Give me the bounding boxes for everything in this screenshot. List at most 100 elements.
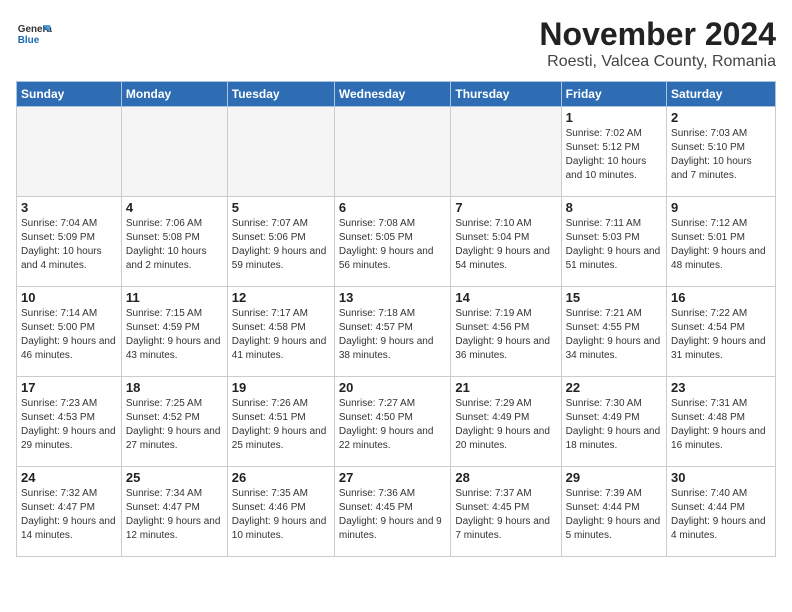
day-number: 10 [21, 290, 117, 305]
day-info: Sunrise: 7:14 AMSunset: 5:00 PMDaylight:… [21, 307, 117, 363]
calendar-cell: 30Sunrise: 7:40 AMSunset: 4:44 PMDayligh… [667, 467, 776, 557]
day-info: Sunrise: 7:22 AMSunset: 4:54 PMDaylight:… [671, 307, 771, 363]
day-info: Sunrise: 7:17 AMSunset: 4:58 PMDaylight:… [232, 307, 330, 363]
logo: General Blue [16, 16, 52, 52]
title-area: November 2024 Roesti, Valcea County, Rom… [539, 16, 776, 71]
calendar-cell: 2Sunrise: 7:03 AMSunset: 5:10 PMDaylight… [667, 107, 776, 197]
day-number: 11 [126, 290, 223, 305]
day-info: Sunrise: 7:32 AMSunset: 4:47 PMDaylight:… [21, 487, 117, 543]
day-info: Sunrise: 7:40 AMSunset: 4:44 PMDaylight:… [671, 487, 771, 543]
day-info: Sunrise: 7:37 AMSunset: 4:45 PMDaylight:… [455, 487, 556, 543]
calendar-cell: 13 Sunrise: 7:18 AMSunset: 4:57 PMDayligh… [334, 287, 451, 377]
calendar-cell: 16 Sunrise: 7:22 AMSunset: 4:54 PMDayligh… [667, 287, 776, 377]
calendar-cell: 6 Sunrise: 7:08 AMSunset: 5:05 PMDaylight… [334, 197, 451, 287]
calendar-cell [17, 107, 122, 197]
day-number: 6 [339, 200, 447, 215]
day-number: 17 [21, 380, 117, 395]
day-number: 19 [232, 380, 330, 395]
weekday-header-monday: Monday [121, 82, 227, 107]
calendar-week-row: 24Sunrise: 7:32 AMSunset: 4:47 PMDayligh… [17, 467, 776, 557]
day-info: Sunrise: 7:26 AMSunset: 4:51 PMDaylight:… [232, 397, 330, 453]
day-number: 15 [566, 290, 662, 305]
day-number: 12 [232, 290, 330, 305]
calendar-cell: 15 Sunrise: 7:21 AMSunset: 4:55 PMDayligh… [561, 287, 666, 377]
day-number: 9 [671, 200, 771, 215]
calendar-week-row: 10 Sunrise: 7:14 AMSunset: 5:00 PMDayligh… [17, 287, 776, 377]
calendar-cell: 26 Sunrise: 7:35 AMSunset: 4:46 PMDayligh… [227, 467, 334, 557]
day-number: 1 [566, 110, 662, 125]
day-info: Sunrise: 7:11 AMSunset: 5:03 PMDaylight:… [566, 217, 662, 273]
calendar-cell: 12 Sunrise: 7:17 AMSunset: 4:58 PMDayligh… [227, 287, 334, 377]
weekday-header-tuesday: Tuesday [227, 82, 334, 107]
day-number: 23 [671, 380, 771, 395]
calendar-header-row: SundayMondayTuesdayWednesdayThursdayFrid… [17, 82, 776, 107]
day-number: 8 [566, 200, 662, 215]
day-info: Sunrise: 7:12 AMSunset: 5:01 PMDaylight:… [671, 217, 771, 273]
calendar-week-row: 1 Sunrise: 7:02 AMSunset: 5:12 PMDaylight… [17, 107, 776, 197]
day-number: 18 [126, 380, 223, 395]
weekday-header-sunday: Sunday [17, 82, 122, 107]
calendar-cell: 7 Sunrise: 7:10 AMSunset: 5:04 PMDaylight… [451, 197, 561, 287]
calendar-cell: 28 Sunrise: 7:37 AMSunset: 4:45 PMDayligh… [451, 467, 561, 557]
logo-icon: General Blue [16, 16, 52, 52]
day-info: Sunrise: 7:18 AMSunset: 4:57 PMDaylight:… [339, 307, 447, 363]
day-info: Sunrise: 7:07 AMSunset: 5:06 PMDaylight:… [232, 217, 330, 273]
day-info: Sunrise: 7:25 AMSunset: 4:52 PMDaylight:… [126, 397, 223, 453]
day-info: Sunrise: 7:10 AMSunset: 5:04 PMDaylight:… [455, 217, 556, 273]
calendar-cell [451, 107, 561, 197]
day-info: Sunrise: 7:08 AMSunset: 5:05 PMDaylight:… [339, 217, 447, 273]
weekday-header-wednesday: Wednesday [334, 82, 451, 107]
calendar-cell: 8 Sunrise: 7:11 AMSunset: 5:03 PMDaylight… [561, 197, 666, 287]
calendar-cell: 24Sunrise: 7:32 AMSunset: 4:47 PMDayligh… [17, 467, 122, 557]
weekday-header-saturday: Saturday [667, 82, 776, 107]
calendar-cell: 19 Sunrise: 7:26 AMSunset: 4:51 PMDayligh… [227, 377, 334, 467]
month-title: November 2024 [539, 16, 776, 53]
day-info: Sunrise: 7:19 AMSunset: 4:56 PMDaylight:… [455, 307, 556, 363]
day-number: 28 [455, 470, 556, 485]
day-number: 25 [126, 470, 223, 485]
day-info: Sunrise: 7:36 AMSunset: 4:45 PMDaylight:… [339, 487, 447, 543]
day-number: 7 [455, 200, 556, 215]
calendar-cell: 25 Sunrise: 7:34 AMSunset: 4:47 PMDayligh… [121, 467, 227, 557]
day-number: 5 [232, 200, 330, 215]
calendar-cell: 9 Sunrise: 7:12 AMSunset: 5:01 PMDaylight… [667, 197, 776, 287]
calendar-cell: 11Sunrise: 7:15 AMSunset: 4:59 PMDayligh… [121, 287, 227, 377]
day-info: Sunrise: 7:30 AMSunset: 4:49 PMDaylight:… [566, 397, 662, 453]
header: General Blue November 2024 Roesti, Valce… [16, 16, 776, 71]
calendar-cell: 22 Sunrise: 7:30 AMSunset: 4:49 PMDayligh… [561, 377, 666, 467]
svg-text:Blue: Blue [18, 35, 40, 46]
calendar-cell: 4 Sunrise: 7:06 AMSunset: 5:08 PMDaylight… [121, 197, 227, 287]
day-info: Sunrise: 7:39 AMSunset: 4:44 PMDaylight:… [566, 487, 662, 543]
day-info: Sunrise: 7:21 AMSunset: 4:55 PMDaylight:… [566, 307, 662, 363]
calendar-table: SundayMondayTuesdayWednesdayThursdayFrid… [16, 81, 776, 557]
day-info: Sunrise: 7:23 AMSunset: 4:53 PMDaylight:… [21, 397, 117, 453]
weekday-header-friday: Friday [561, 82, 666, 107]
day-number: 2 [671, 110, 771, 125]
day-number: 14 [455, 290, 556, 305]
day-info: Sunrise: 7:27 AMSunset: 4:50 PMDaylight:… [339, 397, 447, 453]
calendar-cell: 5 Sunrise: 7:07 AMSunset: 5:06 PMDaylight… [227, 197, 334, 287]
calendar-cell: 10 Sunrise: 7:14 AMSunset: 5:00 PMDayligh… [17, 287, 122, 377]
day-number: 16 [671, 290, 771, 305]
day-info: Sunrise: 7:35 AMSunset: 4:46 PMDaylight:… [232, 487, 330, 543]
calendar-week-row: 3Sunrise: 7:04 AMSunset: 5:09 PMDaylight… [17, 197, 776, 287]
day-info: Sunrise: 7:06 AMSunset: 5:08 PMDaylight:… [126, 217, 223, 273]
calendar-cell: 1 Sunrise: 7:02 AMSunset: 5:12 PMDaylight… [561, 107, 666, 197]
day-info: Sunrise: 7:02 AMSunset: 5:12 PMDaylight:… [566, 127, 662, 183]
day-number: 20 [339, 380, 447, 395]
day-number: 29 [566, 470, 662, 485]
day-info: Sunrise: 7:04 AMSunset: 5:09 PMDaylight:… [21, 217, 117, 273]
day-info: Sunrise: 7:34 AMSunset: 4:47 PMDaylight:… [126, 487, 223, 543]
day-number: 22 [566, 380, 662, 395]
calendar-cell: 29 Sunrise: 7:39 AMSunset: 4:44 PMDayligh… [561, 467, 666, 557]
day-number: 13 [339, 290, 447, 305]
day-number: 27 [339, 470, 447, 485]
day-number: 21 [455, 380, 556, 395]
day-info: Sunrise: 7:31 AMSunset: 4:48 PMDaylight:… [671, 397, 771, 453]
calendar-cell: 3Sunrise: 7:04 AMSunset: 5:09 PMDaylight… [17, 197, 122, 287]
day-number: 26 [232, 470, 330, 485]
day-number: 4 [126, 200, 223, 215]
calendar-cell [121, 107, 227, 197]
weekday-header-thursday: Thursday [451, 82, 561, 107]
calendar-cell [227, 107, 334, 197]
